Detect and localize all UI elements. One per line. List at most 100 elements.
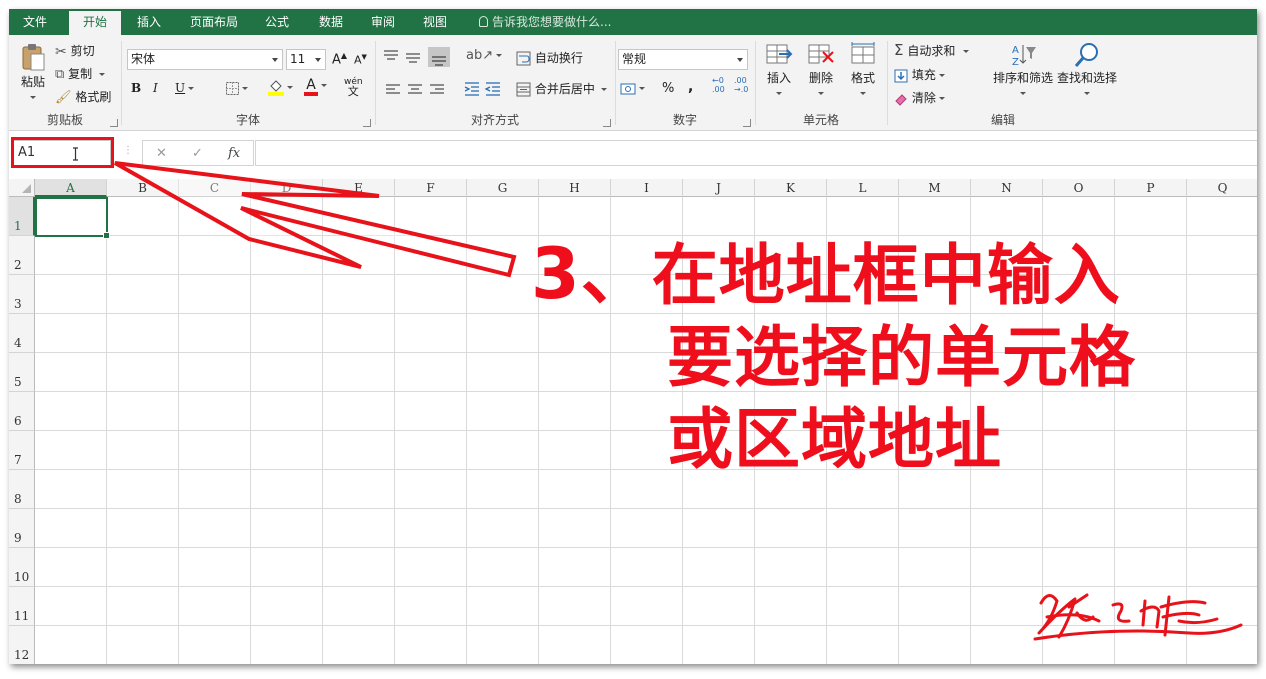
find-select-button[interactable]: 查找和选择 — [1056, 41, 1118, 100]
row-header-2[interactable]: 2 — [9, 236, 35, 275]
comma-button[interactable]: , — [688, 79, 693, 95]
indent-icons[interactable] — [464, 81, 506, 97]
sort-filter-button[interactable]: AZ 排序和筛选 — [992, 41, 1054, 100]
tab-page-layout[interactable]: 页面布局 — [179, 9, 249, 35]
column-header-d[interactable]: D — [251, 179, 323, 197]
format-cells-button[interactable]: 格式 — [846, 41, 880, 100]
tab-data[interactable]: 数据 — [309, 9, 353, 35]
row-header-4[interactable]: 4 — [9, 314, 35, 353]
grow-font-button[interactable]: A▲ — [332, 51, 347, 67]
column-header-c[interactable]: C — [179, 179, 251, 197]
column-header-f[interactable]: F — [395, 179, 467, 197]
column-header-i[interactable]: I — [611, 179, 683, 197]
insert-cells-button[interactable]: 插入 — [762, 41, 796, 100]
column-header-p[interactable]: P — [1115, 179, 1187, 197]
caption-line-1: 3、在地址框中输入 — [531, 233, 1251, 317]
tab-review[interactable]: 审阅 — [361, 9, 405, 35]
column-header-g[interactable]: G — [467, 179, 539, 197]
clear-button[interactable]: 清除 — [894, 89, 945, 106]
eraser-icon — [895, 93, 907, 106]
increase-decimal-button[interactable]: ←0.00 — [712, 76, 725, 94]
accounting-format-button[interactable] — [620, 81, 645, 96]
autosum-button[interactable]: Σ 自动求和 — [894, 41, 970, 59]
column-header-o[interactable]: O — [1043, 179, 1115, 197]
fill-button[interactable]: 填充 — [894, 66, 945, 83]
column-header-q[interactable]: Q — [1187, 179, 1257, 197]
row-header-9[interactable]: 9 — [9, 509, 35, 548]
merge-center-button[interactable]: 合并后居中 — [516, 80, 607, 97]
tab-view[interactable]: 视图 — [413, 9, 457, 35]
cancel-icon[interactable]: ✕ — [156, 146, 167, 161]
column-header-m[interactable]: M — [899, 179, 971, 197]
enter-icon[interactable]: ✓ — [192, 146, 203, 161]
delete-cells-button[interactable]: 删除 — [804, 41, 838, 100]
vertical-align-icons[interactable] — [382, 47, 466, 67]
sigma-icon: Σ — [894, 41, 904, 59]
insert-cells-label: 插入 — [766, 71, 791, 85]
paste-button[interactable]: 粘贴 — [17, 43, 49, 104]
column-header-n[interactable]: N — [971, 179, 1043, 197]
chevron-down-icon — [938, 97, 945, 100]
row-header-1[interactable]: 1 — [9, 197, 35, 236]
italic-button[interactable]: I — [153, 81, 158, 95]
tell-me-box[interactable]: 告诉我您想要做什么... — [479, 9, 611, 35]
percent-button[interactable]: % — [662, 81, 674, 96]
row-header-11[interactable]: 11 — [9, 587, 35, 626]
row-header-8[interactable]: 8 — [9, 470, 35, 509]
wrap-text-button[interactable]: 自动换行 — [516, 49, 583, 66]
excel-window: 文件 开始 插入 页面布局 公式 数据 审阅 视图 告诉我您想要做什么... 粘… — [9, 9, 1257, 664]
column-header-a[interactable]: A — [35, 179, 107, 197]
formula-input[interactable] — [255, 140, 1257, 166]
dialog-launcher-icon[interactable] — [363, 119, 371, 127]
tab-formulas[interactable]: 公式 — [255, 9, 299, 35]
shrink-font-button[interactable]: A▼ — [354, 53, 367, 67]
column-header-k[interactable]: K — [755, 179, 827, 197]
number-format-select[interactable]: 常规 — [618, 49, 748, 70]
chevron-down-icon — [315, 58, 321, 62]
format-cells-label: 格式 — [850, 71, 875, 85]
row-header-12[interactable]: 12 — [9, 626, 35, 664]
font-size-select[interactable]: 11 — [286, 49, 326, 70]
dialog-launcher-icon[interactable] — [110, 119, 118, 127]
insert-cells-icon — [766, 44, 793, 64]
ribbon-tab-bar: 文件 开始 插入 页面布局 公式 数据 审阅 视图 告诉我您想要做什么... — [9, 9, 1257, 35]
row-header-3[interactable]: 3 — [9, 275, 35, 314]
caption-text-2: 要选择的单元格 — [667, 319, 1136, 396]
row-header-5[interactable]: 5 — [9, 353, 35, 392]
row-number: 7 — [14, 453, 22, 467]
chevron-down-icon — [1020, 92, 1026, 95]
cut-button[interactable]: ✂ 剪切 — [55, 42, 95, 60]
insert-function-icon[interactable]: fx — [228, 146, 240, 161]
format-painter-button[interactable]: 🖌 格式刷 — [55, 88, 111, 105]
dialog-launcher-icon[interactable] — [603, 119, 611, 127]
tab-insert[interactable]: 插入 — [125, 9, 173, 35]
orientation-button[interactable]: ab↗ — [466, 48, 503, 63]
dialog-launcher-icon[interactable] — [743, 119, 751, 127]
row-number: 9 — [14, 531, 22, 545]
borders-button[interactable] — [226, 81, 248, 95]
row-number: 6 — [14, 414, 22, 428]
font-name-select[interactable]: 宋体 — [127, 49, 283, 70]
phonetic-button[interactable]: wén 文 — [344, 77, 363, 97]
column-header-h[interactable]: H — [539, 179, 611, 197]
row-header-6[interactable]: 6 — [9, 392, 35, 431]
font-color-button[interactable]: A — [304, 78, 327, 96]
clipboard-icon — [22, 44, 45, 71]
decrease-decimal-button[interactable]: .00 →.0 — [734, 76, 748, 94]
row-header-10[interactable]: 10 — [9, 548, 35, 587]
active-cell[interactable] — [35, 197, 110, 239]
column-header-e[interactable]: E — [323, 179, 395, 197]
tab-home[interactable]: 开始 — [69, 11, 121, 35]
fill-color-button[interactable] — [268, 78, 293, 96]
tab-file[interactable]: 文件 — [9, 9, 61, 35]
horizontal-align-icons[interactable] — [384, 83, 466, 97]
select-all-button[interactable] — [9, 179, 35, 197]
underline-button[interactable]: U — [175, 81, 195, 95]
column-header-b[interactable]: B — [107, 179, 179, 197]
bold-button[interactable]: B — [131, 81, 141, 95]
column-header-j[interactable]: J — [683, 179, 755, 197]
column-header-l[interactable]: L — [827, 179, 899, 197]
row-header-7[interactable]: 7 — [9, 431, 35, 470]
font-size-value: 11 — [290, 52, 306, 66]
copy-button[interactable]: ⧉ 复制 — [55, 65, 105, 82]
